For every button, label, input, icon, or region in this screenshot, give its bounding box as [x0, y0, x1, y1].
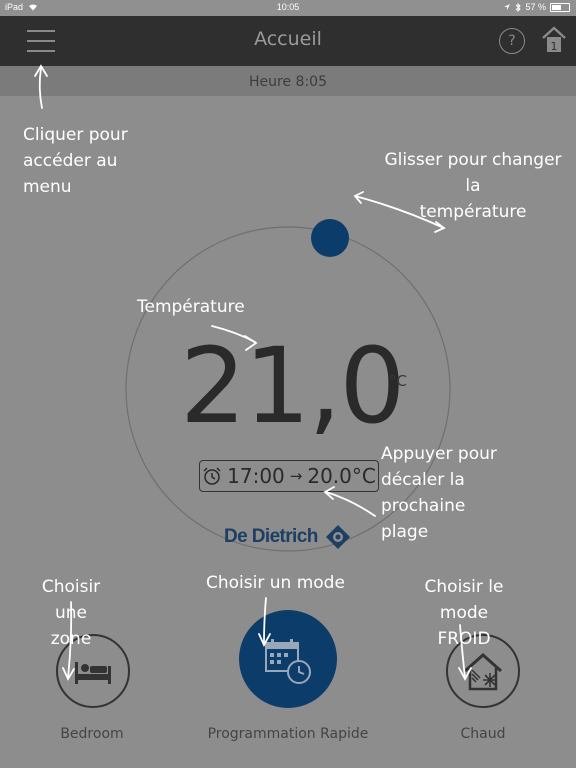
annotation-cold: Choisir le mode FROID — [424, 577, 504, 649]
annotation-zone: Choisir une zone — [41, 577, 101, 649]
next-slot-arrow: → — [289, 467, 303, 485]
brand-name: De Dietrich — [224, 526, 318, 547]
next-slot-temperature: 20.0°C — [307, 464, 376, 488]
next-slot-button[interactable]: 17:00 → 20.0°C — [199, 460, 379, 492]
zone-label: Bedroom — [60, 726, 124, 742]
annotation-menu: Cliquer pour accéder au menu — [23, 125, 128, 197]
annotation-mode: Choisir un mode — [206, 573, 345, 593]
calendar-clock-icon — [265, 639, 311, 684]
programming-mode-button[interactable] — [239, 610, 337, 708]
temperature-value: 21,0 — [180, 325, 406, 447]
brand-logo-icon — [326, 525, 350, 549]
next-slot-time: 17:00 — [227, 464, 285, 488]
alarm-clock-icon — [203, 467, 221, 485]
heat-label: Chaud — [460, 726, 506, 742]
mode-label: Programmation Rapide — [207, 726, 369, 742]
temperature-unit: °C — [389, 372, 407, 390]
annotation-shift: Appuyer pour décaler la prochaine plage — [381, 444, 497, 542]
annotation-temperature: Température — [137, 297, 245, 317]
annotation-slide: Glisser pour changer la température — [384, 150, 562, 222]
temperature-slider-handle[interactable] — [311, 219, 349, 257]
